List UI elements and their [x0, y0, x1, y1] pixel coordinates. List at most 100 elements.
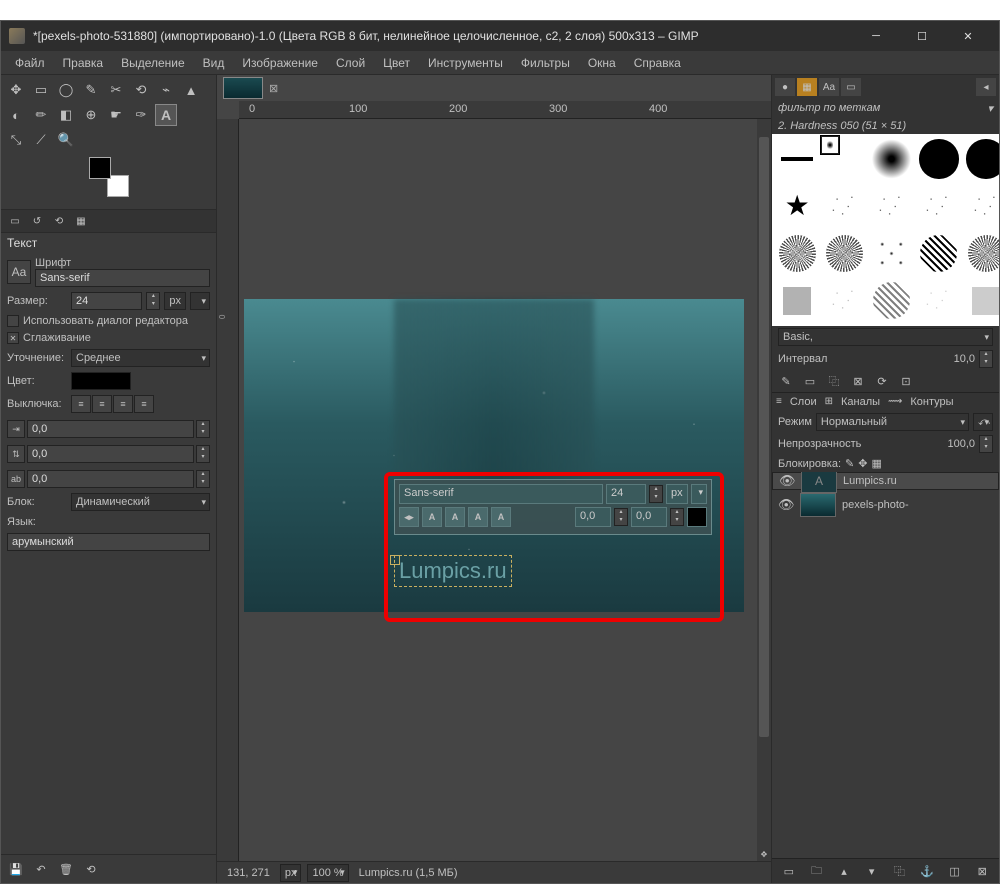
tab-channels[interactable]: Каналы: [841, 396, 880, 408]
tab-layers[interactable]: Слои: [790, 396, 817, 408]
tool-free-select[interactable]: ◯: [55, 79, 77, 101]
justify-right[interactable]: ≡: [92, 395, 112, 413]
brush-item[interactable]: [774, 136, 820, 182]
use-editor-checkbox[interactable]: [7, 315, 19, 327]
linespacing-input[interactable]: 0,0: [27, 445, 194, 463]
menu-select[interactable]: Выделение: [113, 53, 193, 73]
te-italic-btn[interactable]: A: [445, 507, 465, 527]
layer-visible-icon[interactable]: 👁: [779, 473, 795, 489]
brush-item[interactable]: [916, 278, 962, 324]
tool-gradient[interactable]: ◐: [5, 104, 27, 126]
tool-zoom[interactable]: 🔍: [55, 129, 77, 151]
box-select[interactable]: Динамический: [71, 493, 210, 511]
menu-view[interactable]: Вид: [195, 53, 233, 73]
brush-grid[interactable]: ★: [772, 134, 999, 326]
reset-button[interactable]: ⟲: [80, 859, 102, 879]
lock-alpha-icon[interactable]: ▦: [871, 457, 881, 470]
mode-switch[interactable]: ⤺: [973, 413, 993, 431]
brush-preset-select[interactable]: Basic,: [778, 328, 993, 346]
brush-item[interactable]: [821, 278, 867, 324]
tool-fuzzy-select[interactable]: ✎: [80, 79, 102, 101]
tool-transform[interactable]: ⟲: [130, 79, 152, 101]
te-bold-btn[interactable]: A: [422, 507, 442, 527]
brush-item[interactable]: [916, 231, 962, 277]
brush-refresh-icon[interactable]: ⟳: [874, 373, 890, 389]
brush-zoom-icon[interactable]: ⊡: [898, 373, 914, 389]
te-size-spinner[interactable]: ▴▾: [649, 485, 663, 503]
menu-color[interactable]: Цвет: [375, 53, 418, 73]
letterspacing-spinner[interactable]: ▴▾: [196, 470, 210, 488]
rtab-brushes[interactable]: ●: [775, 78, 795, 96]
tool-pencil[interactable]: ✏: [30, 104, 52, 126]
te-color-swatch[interactable]: [687, 507, 707, 527]
brush-item[interactable]: [916, 183, 962, 229]
menu-filters[interactable]: Фильтры: [513, 53, 578, 73]
menu-help[interactable]: Справка: [626, 53, 689, 73]
doc-tab-close[interactable]: ⊠: [269, 82, 278, 95]
save-preset-button[interactable]: 💾: [5, 859, 27, 879]
layer-dup-icon[interactable]: ⿻: [890, 862, 908, 880]
brush-new-icon[interactable]: ▭: [802, 373, 818, 389]
size-unit[interactable]: px: [164, 292, 186, 310]
brush-item[interactable]: [869, 183, 915, 229]
rtab-menu[interactable]: ◂: [976, 78, 996, 96]
brush-item[interactable]: [821, 136, 839, 154]
brush-item[interactable]: [774, 231, 820, 277]
hint-select[interactable]: Среднее: [71, 349, 210, 367]
opacity-spinner[interactable]: ▴▾: [979, 435, 993, 453]
tab-undo[interactable]: ⟲: [49, 212, 69, 230]
doc-tab-thumbnail[interactable]: [223, 77, 263, 99]
brush-dup-icon[interactable]: ⿻: [826, 373, 842, 389]
tool-bucket[interactable]: ▲: [180, 79, 202, 101]
te-font-input[interactable]: Sans-serif: [399, 484, 603, 504]
tool-measure[interactable]: ⟋: [30, 129, 52, 151]
layer-list[interactable]: 👁 A Lumpics.ru 👁 pexels-photo-: [772, 472, 999, 858]
lock-pixels-icon[interactable]: ✎: [845, 457, 854, 470]
size-spinner[interactable]: ▴▾: [146, 292, 160, 310]
status-unit[interactable]: px: [280, 864, 302, 882]
brush-item[interactable]: [916, 136, 962, 182]
size-input[interactable]: 24: [71, 292, 142, 310]
layer-row[interactable]: 👁 A Lumpics.ru: [772, 472, 999, 490]
justify-center[interactable]: ≡: [113, 395, 133, 413]
layer-row[interactable]: 👁 pexels-photo-: [772, 490, 999, 520]
layer-mask-icon[interactable]: ◫: [946, 862, 964, 880]
te-baseline-input[interactable]: 0,0: [575, 507, 611, 527]
layer-group-icon[interactable]: 🗀: [807, 862, 825, 880]
layer-merge-icon[interactable]: ⚓: [918, 862, 936, 880]
restore-preset-button[interactable]: ↶: [30, 859, 52, 879]
layer-down-icon[interactable]: ▾: [863, 862, 881, 880]
text-layer-on-canvas[interactable]: Lumpics.ru: [394, 555, 512, 587]
te-kerning-spinner[interactable]: ▴▾: [670, 508, 684, 526]
minimize-button[interactable]: ─: [853, 21, 899, 51]
status-zoom[interactable]: 100 %: [307, 864, 348, 882]
layer-delete-icon[interactable]: ⊠: [973, 862, 991, 880]
menu-layer[interactable]: Слой: [328, 53, 373, 73]
menu-tools[interactable]: Инструменты: [420, 53, 511, 73]
brush-item[interactable]: [821, 183, 867, 229]
menu-edit[interactable]: Правка: [55, 53, 112, 73]
tab-paths[interactable]: Контуры: [910, 396, 953, 408]
antialias-checkbox[interactable]: ✕: [7, 332, 19, 344]
brush-item[interactable]: [963, 278, 999, 324]
te-unit[interactable]: px: [666, 484, 688, 504]
fg-bg-color[interactable]: [89, 157, 129, 197]
layer-up-icon[interactable]: ▴: [835, 862, 853, 880]
brush-item[interactable]: [963, 136, 999, 182]
layer-name[interactable]: pexels-photo-: [842, 499, 909, 511]
te-baseline-spinner[interactable]: ▴▾: [614, 508, 628, 526]
menu-windows[interactable]: Окна: [580, 53, 624, 73]
canvas-nav-icon[interactable]: ✥: [757, 847, 771, 861]
tab-tool-options[interactable]: ▭: [5, 212, 25, 230]
text-content[interactable]: Lumpics.ru: [394, 555, 512, 587]
layer-name[interactable]: Lumpics.ru: [843, 475, 897, 487]
justify-fill[interactable]: ≡: [134, 395, 154, 413]
canvas[interactable]: Sans-serif 24 ▴▾ px ◂▸ A A A A 0,0 ▴▾ 0,…: [239, 119, 771, 861]
letterspacing-input[interactable]: 0,0: [27, 470, 194, 488]
tab-device[interactable]: ↺: [27, 212, 47, 230]
interval-spinner[interactable]: ▴▾: [979, 350, 993, 368]
brush-item[interactable]: [774, 278, 820, 324]
text-move-handle[interactable]: [390, 555, 400, 565]
text-color-swatch[interactable]: [71, 372, 131, 390]
tool-warp[interactable]: ⌁: [155, 79, 177, 101]
